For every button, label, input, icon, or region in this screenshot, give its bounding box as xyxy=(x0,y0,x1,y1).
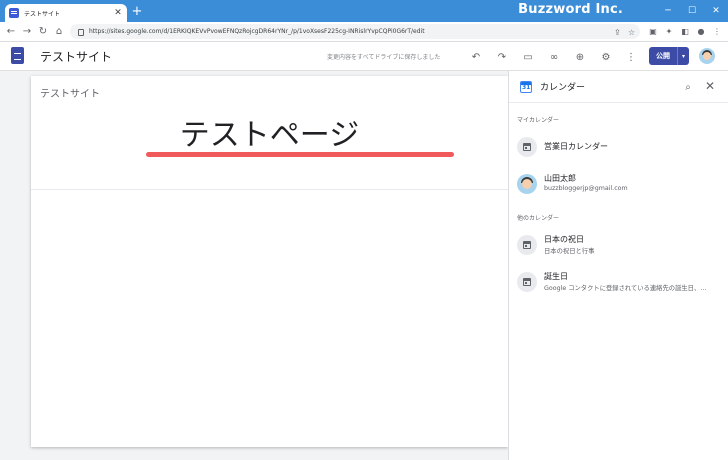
calendar-panel-header: カレンダー ⌕ ✕ xyxy=(509,71,728,103)
tab-title: テストサイト xyxy=(24,10,61,18)
publish-dropdown-icon[interactable]: ▾ xyxy=(677,47,689,65)
publish-label[interactable]: 公開 xyxy=(649,47,677,65)
calendar-item-name: 山田太郎 xyxy=(544,174,576,183)
calendar-item-description: 日本の祝日と行事 xyxy=(544,248,595,255)
maximize-button[interactable]: ☐ xyxy=(680,0,704,22)
new-tab-button[interactable]: + xyxy=(130,5,144,19)
calendar-item-yamada[interactable]: 山田太郎 buzzbloggerjp@gmail.com xyxy=(509,169,728,203)
user-avatar xyxy=(517,174,537,194)
search-icon[interactable]: ⌕ xyxy=(681,80,695,94)
google-sites-logo-icon[interactable] xyxy=(11,47,24,64)
brand-text: Buzzword Inc. xyxy=(518,2,623,17)
share-page-icon[interactable]: ⇪ xyxy=(614,28,621,37)
minimize-button[interactable]: ─ xyxy=(656,0,680,22)
publish-button[interactable]: 公開 ▾ xyxy=(649,47,689,65)
browser-menu-icon[interactable]: ⋮ xyxy=(712,26,722,36)
extension-icon[interactable]: ▣ xyxy=(648,26,658,36)
calendar-panel: カレンダー ⌕ ✕ マイカレンダー 営業日カレンダー 山田太郎 buzzblog… xyxy=(508,71,728,460)
copy-link-icon[interactable]: ∞ xyxy=(547,50,561,64)
profile-icon[interactable]: ● xyxy=(696,26,706,36)
my-calendars-label: マイカレンダー xyxy=(517,117,560,124)
address-bar[interactable]: https://sites.google.com/d/1ERKIQKEVvPvo… xyxy=(70,24,640,39)
page-site-name[interactable]: テストサイト xyxy=(40,85,100,100)
back-icon[interactable]: ← xyxy=(4,24,18,38)
other-calendars-label: 他のカレンダー xyxy=(517,215,560,222)
saved-status: 変更内容をすべてドライブに保存しました xyxy=(327,54,441,61)
home-icon[interactable]: ⌂ xyxy=(52,24,66,38)
share-with-others-icon[interactable]: ⊕ xyxy=(573,50,587,64)
settings-icon[interactable]: ⚙ xyxy=(599,50,613,64)
forward-icon[interactable]: → xyxy=(20,24,34,38)
more-options-icon[interactable]: ⋮ xyxy=(624,50,638,64)
close-icon[interactable]: ✕ xyxy=(703,79,717,93)
calendar-item-email: buzzbloggerjp@gmail.com xyxy=(544,185,628,192)
url-text: https://sites.google.com/d/1ERKIQKEVvPvo… xyxy=(89,28,425,35)
page-title[interactable]: テストページ xyxy=(31,110,508,154)
calendar-item-name: 誕生日 xyxy=(544,272,568,281)
google-calendar-icon xyxy=(520,81,532,93)
sites-favicon-icon xyxy=(9,8,19,18)
sites-app-header: テストサイト 変更内容をすべてドライブに保存しました ↶ ↷ ▭ ∞ ⊕ ⚙ ⋮… xyxy=(0,42,728,71)
site-page[interactable]: テストサイト テストページ xyxy=(31,76,508,447)
close-window-button[interactable]: ✕ xyxy=(704,0,728,22)
redo-icon[interactable]: ↷ xyxy=(495,50,509,64)
browser-tab[interactable]: テストサイト ✕ xyxy=(5,4,127,22)
reload-icon[interactable]: ↻ xyxy=(36,24,50,38)
calendar-icon xyxy=(517,272,537,292)
site-name[interactable]: テストサイト xyxy=(40,48,112,65)
calendar-item-name: 営業日カレンダー xyxy=(544,142,608,151)
calendar-item-business-days[interactable]: 営業日カレンダー xyxy=(509,132,728,166)
title-highlight-mark xyxy=(146,152,454,157)
window-title-bar: テストサイト ✕ + Buzzword Inc. ─ ☐ ✕ xyxy=(0,0,728,22)
calendar-icon xyxy=(517,137,537,157)
account-avatar[interactable] xyxy=(699,48,715,64)
preview-icon[interactable]: ▭ xyxy=(521,50,535,64)
calendar-item-name: 日本の祝日 xyxy=(544,235,584,244)
calendar-panel-title: カレンダー xyxy=(540,83,586,93)
side-panel-icon[interactable]: ◧ xyxy=(680,26,690,36)
section-divider xyxy=(31,189,508,190)
calendar-item-description: Google コンタクトに登録されている連絡先の誕生日、… xyxy=(544,285,707,292)
bookmark-star-icon[interactable]: ☆ xyxy=(628,28,635,37)
puzzle-icon[interactable]: ✦ xyxy=(664,26,674,36)
lock-icon xyxy=(78,29,84,36)
browser-toolbar: ← → ↻ ⌂ https://sites.google.com/d/1ERKI… xyxy=(0,22,728,42)
calendar-item-birthdays[interactable]: 誕生日 Google コンタクトに登録されている連絡先の誕生日、… xyxy=(509,267,728,301)
tab-close-icon[interactable]: ✕ xyxy=(113,8,123,18)
undo-icon[interactable]: ↶ xyxy=(469,50,483,64)
calendar-icon xyxy=(517,235,537,255)
calendar-item-japan-holidays[interactable]: 日本の祝日 日本の祝日と行事 xyxy=(509,230,728,264)
